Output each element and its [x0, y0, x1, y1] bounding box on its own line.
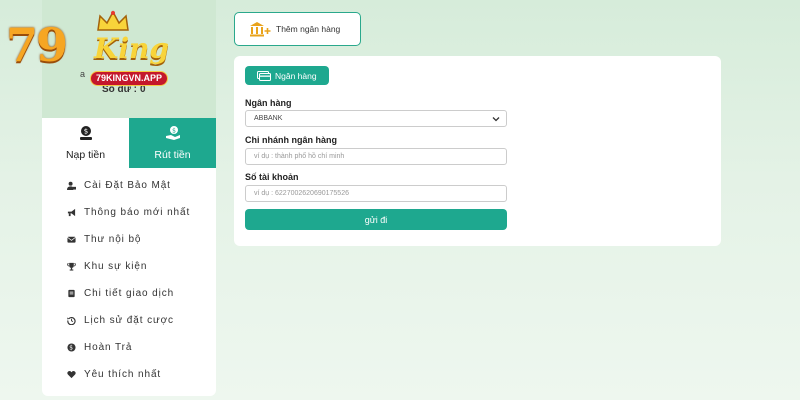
withdraw-icon: $ [165, 126, 180, 140]
heart-icon [67, 371, 76, 379]
add-bank-label: Thêm ngân hàng [276, 24, 341, 34]
wallet-tabs: $ Nạp tiền $ Rút tiền [42, 118, 216, 168]
branch-input[interactable]: ví dụ : thành phố hồ chí minh [245, 148, 507, 165]
bank-select-value: ABBANK [254, 115, 283, 122]
logo-number: 79 [6, 18, 68, 72]
account-number-input[interactable]: ví dụ : 6227002620690175526 [245, 185, 507, 202]
svg-text:$: $ [83, 128, 87, 136]
deposit-icon: $ [79, 126, 92, 140]
account-menu: Cài Đặt Bảo Mật Thông báo mới nhất Thư n… [42, 168, 216, 388]
menu-item-transactions[interactable]: Chi tiết giao dịch [42, 280, 216, 307]
tab-bank-label: Ngân hàng [275, 70, 317, 81]
branch-placeholder: ví dụ : thành phố hồ chí minh [254, 153, 345, 160]
submit-button[interactable]: gửi đi [245, 209, 507, 230]
account-label: Số tài khoản [245, 172, 299, 182]
logo-word: King [94, 32, 169, 65]
tab-withdraw[interactable]: $ Rút tiền [129, 118, 216, 168]
bank-plus-icon [250, 22, 271, 37]
add-bank-button[interactable]: Thêm ngân hàng [234, 12, 361, 46]
tab-withdraw-label: Rút tiền [154, 149, 191, 161]
menu-item-label: Cài Đặt Bảo Mật [84, 180, 171, 191]
menu-item-label: Lịch sử đặt cược [84, 315, 174, 326]
crown-icon [97, 10, 129, 31]
receipt-icon [68, 289, 75, 298]
svg-text:$: $ [69, 346, 74, 352]
branch-label: Chi nhánh ngân hàng [245, 135, 337, 145]
menu-item-label: Hoàn Trả [84, 342, 133, 353]
chevron-down-icon [492, 116, 500, 121]
tab-deposit[interactable]: $ Nạp tiền [42, 118, 129, 168]
menu-item-notifications[interactable]: Thông báo mới nhất [42, 199, 216, 226]
bank-form-card: Ngân hàng Ngân hàng ABBANK Chi nhánh ngâ… [234, 56, 721, 246]
logo-domain-badge: 79KINGVN.APP [90, 71, 169, 86]
bank-select[interactable]: ABBANK [245, 110, 507, 127]
megaphone-icon [67, 208, 76, 217]
coin-icon: $ [67, 343, 76, 352]
trophy-icon [67, 262, 76, 271]
account-placeholder: ví dụ : 6227002620690175526 [254, 190, 349, 197]
card-stack-icon [257, 70, 271, 81]
menu-item-label: Yêu thích nhất [84, 369, 162, 380]
svg-text:$: $ [172, 127, 176, 134]
tab-deposit-label: Nạp tiền [65, 149, 106, 161]
menu-item-rebate[interactable]: $ Hoàn Trả [42, 334, 216, 361]
user-lock-icon [67, 181, 76, 190]
menu-item-security[interactable]: Cài Đặt Bảo Mật [42, 172, 216, 199]
submit-label: gửi đi [364, 214, 388, 225]
menu-item-events[interactable]: Khu sự kiện [42, 253, 216, 280]
history-icon [67, 316, 76, 325]
bank-label: Ngân hàng [245, 98, 292, 108]
envelope-icon [67, 236, 76, 243]
menu-item-label: Chi tiết giao dịch [84, 288, 175, 299]
brand-logo[interactable]: 79 King 79KINGVN.APP [2, 4, 184, 86]
menu-item-favorites[interactable]: Yêu thích nhất [42, 361, 216, 388]
menu-item-inbox[interactable]: Thư nội bộ [42, 226, 216, 253]
menu-item-label: Khu sự kiện [84, 261, 148, 272]
menu-item-bet-history[interactable]: Lịch sử đặt cược [42, 307, 216, 334]
tab-bank[interactable]: Ngân hàng [245, 66, 329, 85]
menu-item-label: Thông báo mới nhất [84, 207, 191, 218]
menu-item-label: Thư nội bộ [84, 234, 142, 245]
